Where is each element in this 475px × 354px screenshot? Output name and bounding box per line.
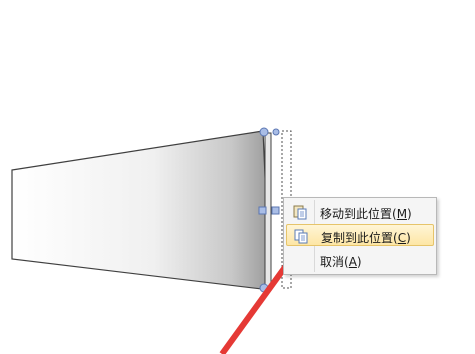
- menu-item-label: 复制到此位置(C): [321, 231, 411, 245]
- menu-item-cancel[interactable]: 取消(A): [286, 249, 434, 271]
- menu-item-label: 移动到此位置(M): [320, 207, 412, 221]
- menu-item-label: 取消(A): [320, 255, 362, 269]
- resize-handle-middle[interactable]: [258, 206, 267, 215]
- menu-item-copy-here[interactable]: 复制到此位置(C): [286, 224, 434, 246]
- context-menu: 移动到此位置(M) 复制到此位置(C) 取消(A): [283, 197, 437, 275]
- menu-item-move-here[interactable]: 移动到此位置(M): [286, 201, 434, 223]
- trapezoid-shape[interactable]: [11, 130, 271, 291]
- resize-handle-middle-right[interactable]: [271, 206, 280, 215]
- copy-icon: [294, 229, 308, 244]
- resize-handle-top[interactable]: [259, 127, 269, 137]
- resize-handle-top-right[interactable]: [272, 128, 280, 136]
- drawing-canvas: [11, 127, 311, 354]
- paste-icon: [293, 205, 307, 220]
